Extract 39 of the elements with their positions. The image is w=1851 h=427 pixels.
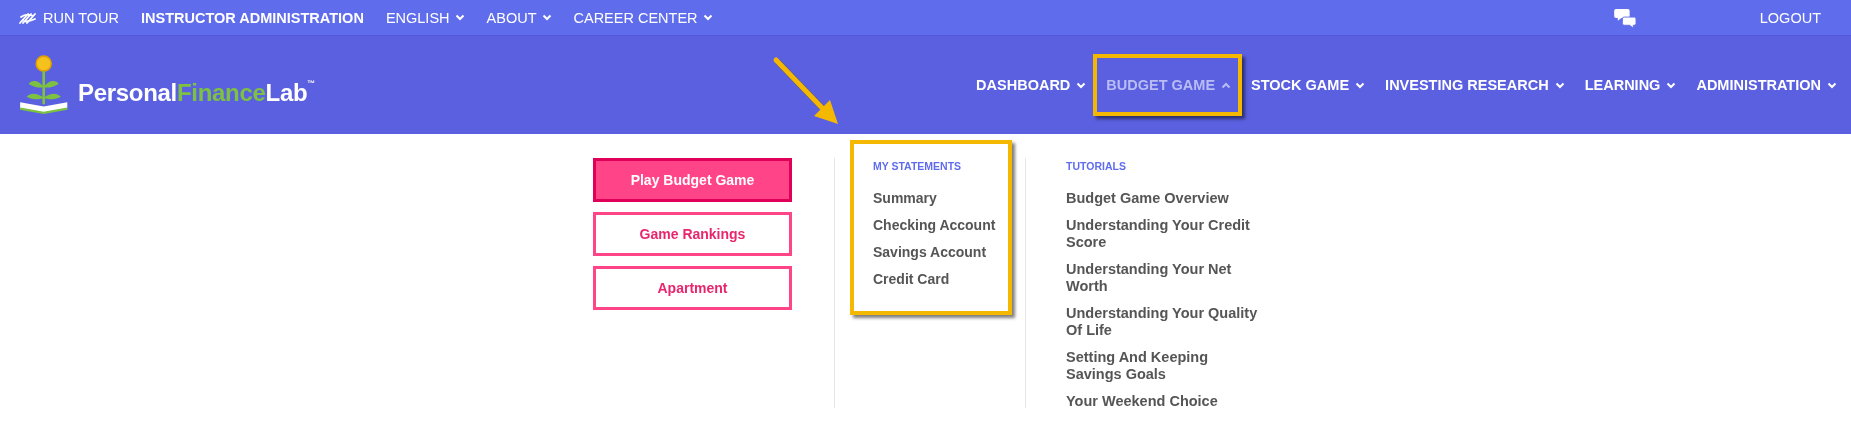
logo-wordmark: PersonalFinanceLab$^{™}$ [78,79,316,107]
caret-icon [541,14,552,21]
nav-menu-item[interactable]: ADMINISTRATION [1696,71,1837,99]
menu-link[interactable]: Setting And Keeping Savings Goals [1066,349,1266,383]
tour-icon [18,10,38,25]
caret-icon [1076,81,1087,89]
logout-link[interactable]: LOGOUT [1759,9,1821,26]
section-heading: TUTORIALS [1066,160,1127,172]
menu-link[interactable]: Your Weekend Choice [1066,393,1266,410]
caret-icon [1666,81,1677,89]
nav-menu-item[interactable]: LEARNING [1584,71,1677,99]
caret-icon [1554,81,1565,89]
top-menu-link[interactable]: CAREER CENTER [573,9,713,26]
menu-button[interactable]: Apartment [593,266,792,310]
caret-icon [702,14,713,21]
menu-link[interactable]: Understanding Your Net Worth [1066,261,1266,295]
top-menu-link[interactable]: ABOUT [486,9,552,26]
top-menu-link[interactable]: RUN TOUR [18,9,119,26]
caret-icon [1827,81,1837,89]
menu-link[interactable]: Understanding Your Quality Of Life [1066,305,1266,339]
caret-icon [1355,81,1366,89]
caret-icon [454,14,465,21]
nav-menu-item[interactable]: DASHBOARD [976,71,1087,99]
nav-menu-item[interactable]: INVESTING RESEARCH [1385,71,1565,99]
menu-button[interactable]: Play Budget Game [593,158,792,202]
menu-link[interactable]: Budget Game Overview [1066,190,1266,207]
menu-link[interactable]: Checking Account [873,217,1025,234]
top-menu-link[interactable]: ENGLISH [385,9,465,26]
section-heading: MY STATEMENTS [873,160,963,172]
caret-icon [1221,81,1232,89]
menu-link[interactable]: Savings Account [873,244,1025,261]
menu-button[interactable]: Game Rankings [593,212,792,256]
chat-icon[interactable] [1613,7,1638,28]
nav-menu-item[interactable]: BUDGET GAME [1106,71,1232,99]
menu-link[interactable]: Understanding Your Credit Score [1066,217,1266,251]
nav-menu-item[interactable]: STOCK GAME [1251,71,1366,99]
top-menu-link[interactable]: INSTRUCTOR ADMINISTRATION [141,9,364,26]
menu-link[interactable]: Credit Card [873,271,1025,288]
menu-link[interactable]: Summary [873,190,1025,207]
